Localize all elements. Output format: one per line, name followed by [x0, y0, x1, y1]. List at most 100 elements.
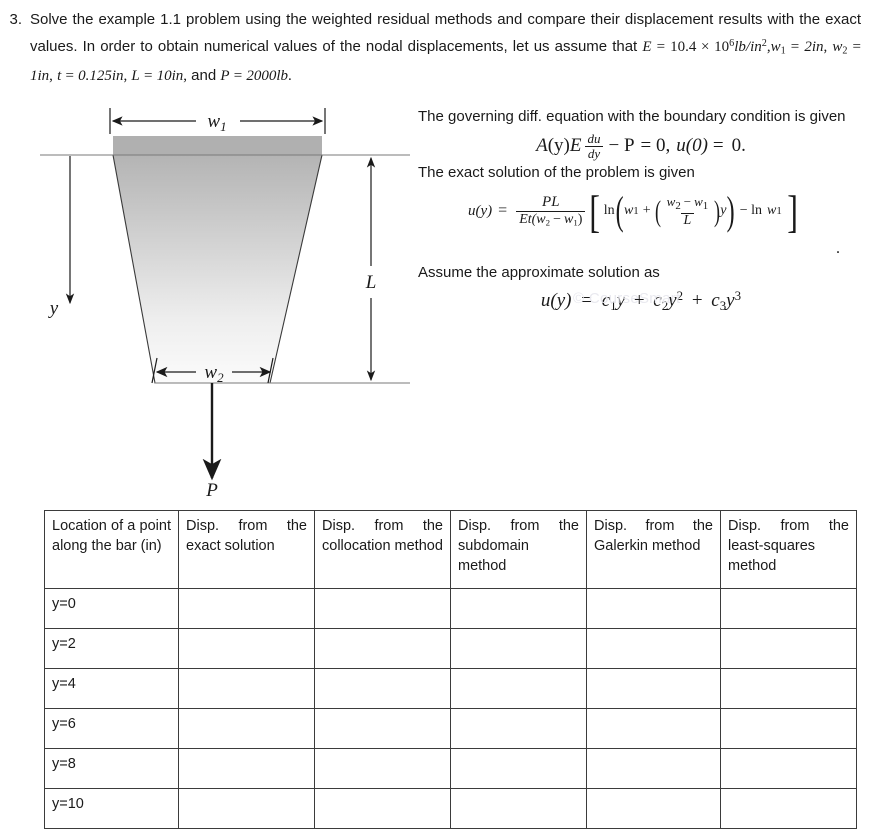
exact-inner-paren-open: (: [654, 194, 661, 228]
cell-least-squares[interactable]: [720, 748, 857, 789]
approximate-solution-equation: u(y) = c1y + c2y2 + c3y3: [418, 288, 864, 314]
cell-exact[interactable]: [178, 788, 315, 829]
column-header-location: Location of a point along the bar (in): [44, 510, 179, 589]
symbol-P: P: [220, 67, 230, 84]
column-header-location-label: Location of a point along the bar (in): [52, 518, 171, 554]
solution-panel: The governing diff. equation with the bo…: [418, 106, 864, 314]
exact-inner-minus: −: [683, 194, 692, 210]
exact-inner-w1-sub: 1: [702, 200, 709, 213]
gov-equals: =: [712, 135, 724, 157]
cell-collocation[interactable]: [314, 788, 451, 829]
fixed-support-cap: [113, 136, 322, 155]
exact-inner-denominator-L: L: [680, 212, 695, 229]
exact-inner-w1: w: [694, 194, 703, 210]
dimension-label-w1: w1: [207, 111, 226, 134]
column-header-galerkin: Disp. from the Galerkin method: [586, 510, 721, 589]
conjunction-and: and: [191, 66, 221, 84]
symbol-w2-sub: 2: [842, 45, 848, 57]
cell-exact[interactable]: [178, 668, 315, 709]
cell-galerkin[interactable]: [586, 668, 721, 709]
cell-subdomain[interactable]: [450, 628, 587, 669]
cell-collocation[interactable]: [314, 708, 451, 749]
cell-least-squares[interactable]: [720, 588, 857, 629]
cell-least-squares[interactable]: [720, 628, 857, 669]
approx-c1-y: y: [616, 290, 626, 312]
approx-plus-1: +: [633, 290, 645, 312]
column-header-exact-label: Disp. from the exact solution: [186, 518, 307, 554]
table-row: y=0: [44, 588, 857, 629]
cell-galerkin[interactable]: [586, 588, 721, 629]
exact-inner-fraction: w2− w1 L: [664, 194, 712, 228]
approx-equals: =: [581, 290, 592, 312]
cell-collocation[interactable]: [314, 668, 451, 709]
exact-den-close: ): [577, 211, 583, 227]
cell-exact[interactable]: [178, 748, 315, 789]
cell-subdomain[interactable]: [450, 668, 587, 709]
column-header-galerkin-label: Disp. from the Galerkin method: [594, 518, 713, 554]
exact-den-w2-sub: 2: [545, 217, 551, 228]
column-header-least-squares: Disp. from the least-squares method: [720, 510, 857, 589]
symbol-L: L: [131, 67, 140, 84]
cell-subdomain[interactable]: [450, 788, 587, 829]
cell-subdomain[interactable]: [450, 748, 587, 789]
axis-y: y: [40, 154, 100, 319]
axis-label-y: y: [48, 298, 59, 319]
problem-number: 3.: [9, 11, 22, 28]
cell-location: y=8: [44, 748, 179, 789]
cell-collocation[interactable]: [314, 748, 451, 789]
table-row: y=10: [44, 788, 857, 829]
dimension-L: L: [365, 156, 376, 382]
cell-galerkin[interactable]: [586, 748, 721, 789]
approx-plus-2: +: [691, 290, 703, 312]
cell-exact[interactable]: [178, 628, 315, 669]
exact-solution-intro: The exact solution of the problem is giv…: [418, 164, 695, 182]
cell-least-squares[interactable]: [720, 788, 857, 829]
cell-location: y=0: [44, 588, 179, 629]
exact-w1: w: [623, 203, 634, 219]
approx-lhs: u(y): [540, 290, 572, 312]
exact-solution-equation: © CourseSmart u(y) = PL Et(w2− w1) [ ln (…: [418, 185, 864, 307]
cell-galerkin[interactable]: [586, 788, 721, 829]
cell-least-squares[interactable]: [720, 668, 857, 709]
exact-inner-numerator: w2− w1: [664, 194, 712, 212]
gov-equals-zero: = 0,: [640, 135, 671, 157]
exact-bracket-open: [: [589, 185, 601, 237]
exact-main-fraction: PL Et(w2− w1): [516, 194, 586, 228]
gov-A: A: [536, 135, 548, 157]
cell-galerkin[interactable]: [586, 708, 721, 749]
cell-exact[interactable]: [178, 708, 315, 749]
cell-galerkin[interactable]: [586, 628, 721, 669]
exact-inner-w2-sub: 2: [675, 200, 681, 213]
cell-least-squares[interactable]: [720, 708, 857, 749]
cell-exact[interactable]: [178, 588, 315, 629]
cell-location: y=4: [44, 668, 179, 709]
value-w2: 1in: [30, 67, 50, 84]
exact-y: y: [720, 203, 727, 219]
approx-c3-y: y: [726, 290, 735, 312]
figure-svg: w1 w2 L y P: [40, 108, 410, 501]
cell-subdomain[interactable]: [450, 588, 587, 629]
dimension-w1: w1: [109, 108, 326, 134]
table-row: y=8: [44, 748, 857, 789]
gov-du: du: [587, 131, 601, 146]
value-t: 0.125in: [78, 67, 124, 84]
exact-lhs: u(y): [468, 202, 493, 219]
column-header-subdomain-label: Disp. from the subdomain method: [458, 518, 579, 574]
gov-derivative-fraction: du dy: [584, 131, 604, 160]
exact-plus: +: [642, 203, 651, 219]
exact-denominator: Et(w2− w1): [516, 210, 586, 228]
approx-c2-y: y: [668, 290, 677, 312]
symbol-E: E: [642, 38, 652, 55]
gov-E: E: [569, 135, 582, 157]
results-table: Location of a point along the bar (in) D…: [44, 510, 857, 829]
approx-c1: c: [601, 290, 611, 312]
governing-equation-intro: The governing diff. equation with the bo…: [418, 108, 846, 125]
table-row: y=2: [44, 628, 857, 669]
exact-trailing-period: .: [836, 240, 840, 258]
cell-subdomain[interactable]: [450, 708, 587, 749]
cell-collocation[interactable]: [314, 588, 451, 629]
column-header-collocation: Disp. from the collocation method: [314, 510, 451, 589]
cell-collocation[interactable]: [314, 628, 451, 669]
symbol-w1: w: [770, 38, 781, 55]
table-header-row: Location of a point along the bar (in) D…: [44, 510, 857, 589]
